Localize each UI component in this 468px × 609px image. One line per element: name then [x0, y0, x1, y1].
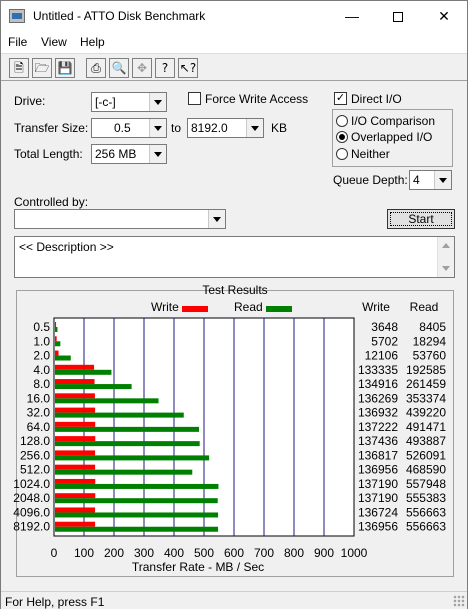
x-tick-label: 100: [74, 546, 94, 560]
write-bar: [55, 464, 96, 470]
write-value: 136932: [358, 406, 398, 420]
results-chart: Test Results Write Read Write Read 0.5 3648 840…: [13, 283, 447, 574]
category-label: 0.5: [33, 320, 50, 334]
table-header-write: Write: [362, 300, 390, 314]
write-value: 136817: [358, 448, 398, 462]
table-header-read: Read: [410, 300, 439, 314]
write-bar: [55, 436, 96, 442]
write-bar: [55, 421, 96, 427]
write-bar: [55, 521, 96, 527]
category-label: 1024.0: [13, 477, 50, 491]
read-value: 53760: [413, 349, 447, 363]
read-bar: [55, 483, 219, 489]
write-bar: [55, 393, 95, 399]
category-label: 16.0: [27, 391, 51, 405]
read-bar: [55, 341, 61, 347]
read-bar: [55, 426, 199, 432]
read-value: 556663: [406, 505, 446, 519]
read-value: 555383: [406, 491, 446, 505]
category-label: 128.0: [20, 434, 50, 448]
write-bar: [55, 493, 96, 499]
category-label: 4096.0: [13, 505, 50, 519]
write-value: 136956: [358, 520, 398, 534]
read-bar: [55, 327, 58, 332]
write-bar: [55, 322, 57, 327]
write-value: 134916: [358, 377, 398, 391]
category-label: 64.0: [27, 420, 51, 434]
write-value: 136269: [358, 391, 398, 405]
write-bar: [55, 407, 96, 413]
read-value: 468590: [406, 463, 446, 477]
x-tick-label: 600: [224, 546, 244, 560]
read-bar: [55, 355, 71, 361]
read-value: 491471: [406, 420, 446, 434]
write-value: 5702: [371, 334, 398, 348]
write-value: 136956: [358, 463, 398, 477]
x-tick-label: 0: [51, 546, 58, 560]
category-label: 2.0: [33, 349, 50, 363]
read-bar: [55, 384, 132, 390]
read-value: 556663: [406, 520, 446, 534]
category-label: 8.0: [33, 377, 50, 391]
legend-swatch-write: [182, 306, 208, 312]
write-bar: [55, 379, 95, 385]
read-value: 493887: [406, 434, 446, 448]
x-tick-label: 400: [164, 546, 184, 560]
read-bar: [55, 455, 210, 461]
category-label: 8192.0: [13, 520, 50, 534]
read-bar: [55, 412, 184, 418]
read-value: 192585: [406, 363, 446, 377]
write-bar: [55, 336, 57, 342]
write-value: 133335: [358, 363, 398, 377]
write-bar: [55, 450, 96, 456]
status-bar: For Help, press F1: [1, 591, 467, 609]
read-value: 353374: [406, 391, 446, 405]
x-axis-label: Transfer Rate - MB / Sec: [132, 560, 264, 574]
read-value: 557948: [406, 477, 446, 491]
read-value: 18294: [413, 334, 447, 348]
category-label: 256.0: [20, 448, 50, 462]
x-tick-label: 200: [104, 546, 124, 560]
read-value: 526091: [406, 448, 446, 462]
app-window: Untitled - ATTO Disk Benchmark — ✕ File …: [0, 0, 468, 609]
x-tick-label: 500: [194, 546, 214, 560]
read-value: 8405: [419, 320, 446, 334]
category-label: 32.0: [27, 406, 51, 420]
resize-grip-icon[interactable]: [453, 595, 465, 607]
read-bar: [55, 526, 219, 532]
write-value: 137436: [358, 434, 398, 448]
write-bar: [55, 478, 96, 484]
write-value: 12106: [365, 349, 399, 363]
write-value: 137222: [358, 420, 398, 434]
category-label: 512.0: [20, 463, 50, 477]
read-value: 261459: [406, 377, 446, 391]
write-bar: [55, 364, 95, 370]
legend-swatch-read: [266, 306, 292, 312]
category-label: 4.0: [33, 363, 50, 377]
read-bar: [55, 498, 218, 504]
x-tick-label: 900: [314, 546, 334, 560]
write-bar: [55, 350, 59, 356]
status-text: For Help, press F1: [5, 595, 105, 609]
x-tick-label: 300: [134, 546, 154, 560]
category-label: 2048.0: [13, 491, 50, 505]
chart-title: Test Results: [202, 283, 267, 297]
write-value: 137190: [358, 491, 398, 505]
read-bar: [55, 369, 112, 375]
x-tick-label: 800: [284, 546, 304, 560]
write-value: 136724: [358, 505, 398, 519]
write-value: 3648: [371, 320, 398, 334]
legend-label-write: Write: [151, 300, 179, 314]
legend-label-read: Read: [234, 300, 263, 314]
x-tick-label: 1000: [341, 546, 368, 560]
read-bar: [55, 398, 159, 404]
x-tick-label: 700: [254, 546, 274, 560]
write-value: 137190: [358, 477, 398, 491]
write-bar: [55, 507, 96, 513]
read-bar: [55, 469, 193, 475]
read-bar: [55, 441, 200, 447]
read-bar: [55, 512, 219, 518]
read-value: 439220: [406, 406, 446, 420]
category-label: 1.0: [33, 334, 50, 348]
